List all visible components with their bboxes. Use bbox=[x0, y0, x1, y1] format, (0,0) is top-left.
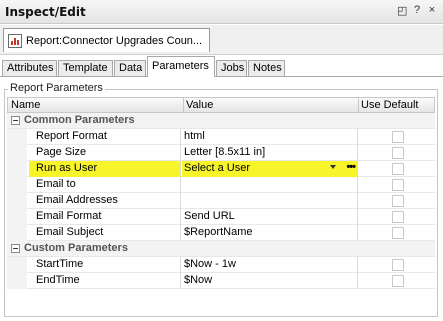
tab-attributes[interactable]: Attributes bbox=[2, 60, 57, 76]
param-name: Report Format bbox=[29, 129, 181, 145]
param-name: Email Format bbox=[29, 209, 181, 225]
param-row-email-addresses[interactable]: Email Addresses bbox=[7, 193, 435, 209]
param-value[interactable]: $Now bbox=[182, 273, 358, 289]
param-row-email-subject[interactable]: Email Subject $ReportName bbox=[7, 225, 435, 241]
tab-parameters[interactable]: Parameters bbox=[147, 56, 215, 77]
help-icon[interactable]: ? bbox=[412, 4, 422, 17]
title-bar: Inspect/Edit ◰ ? × bbox=[0, 0, 443, 24]
panel-title: Inspect/Edit bbox=[5, 5, 86, 19]
param-value[interactable]: Send URL bbox=[182, 209, 358, 225]
ellipsis-icon[interactable]: ••• bbox=[346, 160, 356, 175]
dropdown-arrow-icon[interactable] bbox=[330, 165, 336, 169]
param-name: StartTime bbox=[29, 257, 181, 273]
header-value[interactable]: Value bbox=[186, 99, 213, 111]
use-default-checkbox[interactable] bbox=[392, 163, 404, 175]
category-common-parameters[interactable]: Common Parameters bbox=[7, 113, 435, 129]
tab-template[interactable]: Template bbox=[58, 60, 113, 76]
param-row-run-as-user[interactable]: Run as User Select a User ••• bbox=[7, 161, 435, 177]
tab-data[interactable]: Data bbox=[114, 60, 146, 76]
close-icon[interactable]: × bbox=[427, 4, 437, 17]
use-default-checkbox[interactable] bbox=[392, 147, 404, 159]
param-row-report-format[interactable]: Report Format html bbox=[7, 129, 435, 145]
param-value[interactable]: html bbox=[182, 129, 358, 145]
param-row-email-to[interactable]: Email to bbox=[7, 177, 435, 193]
use-default-checkbox[interactable] bbox=[392, 259, 404, 271]
param-value[interactable]: $Now - 1w bbox=[182, 257, 358, 273]
param-name: Email to bbox=[29, 177, 181, 193]
param-value: Select a User bbox=[184, 162, 251, 174]
param-name: Email Addresses bbox=[29, 193, 181, 209]
float-window-icon[interactable]: ◰ bbox=[397, 4, 407, 17]
grid-header: Name Value Use Default bbox=[7, 97, 435, 113]
param-row-email-format[interactable]: Email Format Send URL bbox=[7, 209, 435, 225]
document-tab-label: Report:Connector Upgrades Coun... bbox=[26, 34, 203, 47]
category-custom-parameters[interactable]: Custom Parameters bbox=[7, 241, 435, 257]
param-name: Email Subject bbox=[29, 225, 181, 241]
document-tab-row: Report:Connector Upgrades Coun... bbox=[0, 25, 443, 55]
tab-notes[interactable]: Notes bbox=[248, 60, 285, 76]
category-label: Common Parameters bbox=[24, 114, 135, 126]
header-use-default[interactable]: Use Default bbox=[361, 99, 418, 111]
param-row-page-size[interactable]: Page Size Letter [8.5x11 in] bbox=[7, 145, 435, 161]
collapse-icon[interactable] bbox=[11, 116, 20, 125]
param-name: Run as User bbox=[29, 161, 181, 177]
document-tab[interactable]: Report:Connector Upgrades Coun... bbox=[3, 28, 210, 52]
use-default-checkbox[interactable] bbox=[392, 195, 404, 207]
report-icon bbox=[8, 33, 22, 48]
param-value[interactable] bbox=[182, 193, 358, 209]
group-label: Report Parameters bbox=[8, 82, 105, 94]
tab-strip: Attributes Template Data Parameters Jobs… bbox=[0, 56, 443, 77]
param-row-endtime[interactable]: EndTime $Now bbox=[7, 273, 435, 289]
param-name: Page Size bbox=[29, 145, 181, 161]
tab-divider bbox=[0, 76, 443, 77]
use-default-checkbox[interactable] bbox=[392, 131, 404, 143]
param-name: EndTime bbox=[29, 273, 181, 289]
use-default-checkbox[interactable] bbox=[392, 179, 404, 191]
param-value[interactable] bbox=[182, 177, 358, 193]
category-label: Custom Parameters bbox=[24, 242, 128, 254]
param-value[interactable]: Letter [8.5x11 in] bbox=[182, 145, 358, 161]
use-default-checkbox[interactable] bbox=[392, 211, 404, 223]
tab-jobs[interactable]: Jobs bbox=[216, 60, 247, 76]
inspect-edit-panel: Inspect/Edit ◰ ? × Report:Connector Upgr… bbox=[0, 0, 443, 321]
parameters-grid: Name Value Use Default Common Parameters… bbox=[7, 97, 435, 289]
param-row-starttime[interactable]: StartTime $Now - 1w bbox=[7, 257, 435, 273]
window-controls: ◰ ? × bbox=[397, 4, 437, 17]
run-as-user-select[interactable]: Select a User ••• bbox=[182, 161, 358, 177]
param-value[interactable]: $ReportName bbox=[182, 225, 358, 241]
use-default-checkbox[interactable] bbox=[392, 227, 404, 239]
header-name[interactable]: Name bbox=[11, 99, 40, 111]
collapse-icon[interactable] bbox=[11, 244, 20, 253]
use-default-checkbox[interactable] bbox=[392, 275, 404, 287]
